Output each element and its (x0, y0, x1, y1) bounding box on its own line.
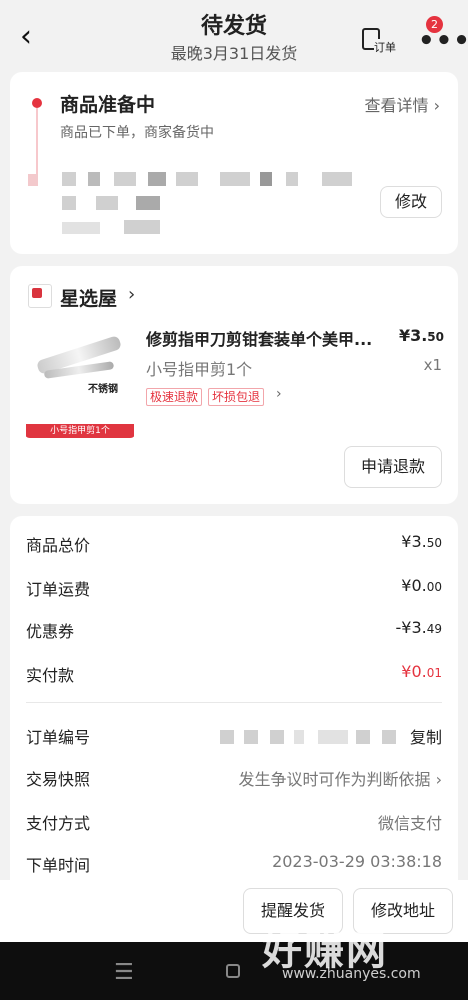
home-icon[interactable] (226, 964, 240, 978)
order-icon[interactable]: 订单 (362, 28, 398, 56)
summary-value: ¥0.00 (401, 576, 442, 595)
summary-row: 订单运费 ¥0.00 (26, 576, 442, 600)
shop-name[interactable]: 星选屋 (60, 284, 117, 311)
timeline-line (36, 108, 38, 178)
order-summary-card: 商品总价 ¥3.50 订单运费 ¥0.00 优惠券 -¥3.49 实付款 ¥0.… (10, 516, 458, 896)
payment-method: 微信支付 (377, 814, 442, 833)
top-bar: ‹ 待发货 最晚3月31日发货 订单 ••• 2 (0, 0, 468, 72)
info-row[interactable]: 交易快照 发生争议时可作为判断依据 › (26, 766, 442, 790)
menu-icon[interactable]: ☰ (114, 960, 134, 985)
product-image-tag: 不锈钢 (88, 384, 118, 395)
product-spec: 小号指甲剪1个 (146, 360, 253, 379)
chevron-right-icon[interactable]: › (276, 386, 282, 402)
info-row: 下单时间 2023-03-29 03:38:18 (26, 852, 442, 876)
price-main: ¥3. (398, 326, 428, 345)
divider (26, 702, 442, 703)
summary-value: ¥3.50 (401, 532, 442, 551)
product-image[interactable]: 不锈钢 小号指甲剪1个 (24, 330, 136, 438)
summary-label: 订单运费 (26, 580, 91, 599)
order-time: 2023-03-29 03:38:18 (272, 852, 442, 871)
summary-row: 实付款 ¥0.01 (26, 662, 442, 686)
info-label: 支付方式 (26, 814, 91, 833)
modify-button[interactable]: 修改 (380, 186, 442, 218)
product-quantity: x1 (423, 356, 442, 374)
notification-badge: 2 (426, 16, 443, 33)
summary-label: 商品总价 (26, 536, 91, 555)
product-card: 星选屋 › 不锈钢 小号指甲剪1个 修剪指甲刀剪钳套装单个美甲... ¥3.50… (10, 266, 458, 504)
snapshot-link[interactable]: 发生争议时可作为判断依据 › (239, 766, 443, 790)
apply-refund-button[interactable]: 申请退款 (344, 446, 442, 488)
summary-value: -¥3.49 (395, 618, 443, 637)
shop-logo-icon[interactable] (28, 284, 52, 308)
paid-amount: ¥0.01 (401, 662, 442, 681)
info-row: 订单编号 复制 (26, 724, 442, 748)
info-label: 下单时间 (26, 856, 91, 875)
service-tag[interactable]: 坏损包退 (208, 388, 265, 406)
view-details-link[interactable]: 查看详情 › (365, 92, 441, 116)
product-image-banner: 小号指甲剪1个 (26, 424, 134, 438)
bottom-action-bar: 提醒发货 修改地址 (0, 880, 468, 942)
status-description: 商品已下单，商家备货中 (60, 125, 214, 141)
summary-row: 商品总价 ¥3.50 (26, 532, 442, 556)
product-name[interactable]: 修剪指甲刀剪钳套装单个美甲... (146, 326, 386, 350)
more-icon[interactable]: ••• (418, 26, 468, 56)
watermark-url: www.zhuanyes.com (282, 966, 421, 982)
summary-label: 实付款 (26, 666, 75, 685)
product-price: ¥3.50 (399, 326, 444, 345)
info-label: 订单编号 (26, 728, 91, 747)
status-card: 商品准备中 商品已下单，商家备货中 查看详情 › 修改 (10, 72, 458, 254)
status-dot-icon (32, 98, 42, 108)
summary-label: 优惠券 (26, 622, 75, 641)
chevron-right-icon[interactable]: › (128, 284, 135, 305)
service-tag[interactable]: 极速退款 (146, 388, 203, 406)
price-cents: 50 (427, 330, 444, 344)
status-title: 商品准备中 (60, 94, 156, 116)
copy-button[interactable]: 复制 (410, 724, 442, 748)
info-row: 支付方式 微信支付 (26, 810, 442, 834)
summary-row: 优惠券 -¥3.49 (26, 618, 442, 642)
info-label: 交易快照 (26, 770, 91, 789)
order-icon-label: 订单 (374, 39, 396, 55)
